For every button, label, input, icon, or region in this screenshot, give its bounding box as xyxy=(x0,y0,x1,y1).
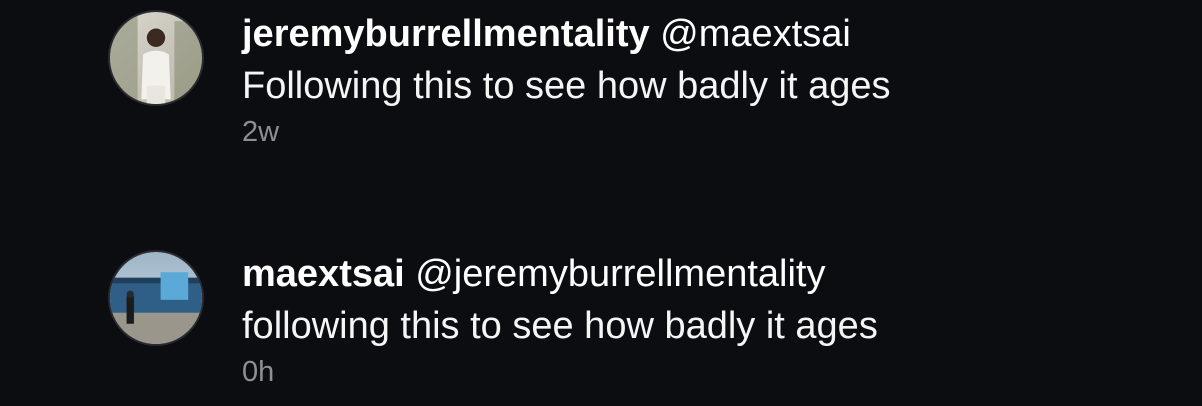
profile-photo-icon xyxy=(110,12,202,104)
comment-header: jeremyburrellmentality @maextsai xyxy=(242,8,1142,60)
comment-timestamp: 0h xyxy=(242,356,275,388)
comment-text: following this to see how badly it ages xyxy=(242,305,878,347)
mention-link[interactable]: @jeremyburrellmentality xyxy=(415,253,825,295)
comment-body: jeremyburrellmentality @maextsai Followi… xyxy=(242,8,1142,152)
avatar[interactable] xyxy=(108,250,204,346)
profile-photo-icon xyxy=(110,252,202,344)
comment-text: Following this to see how badly it ages xyxy=(242,65,891,107)
comment-header: maextsai @jeremyburrellmentality xyxy=(242,248,1142,300)
username-link[interactable]: maextsai xyxy=(242,253,405,295)
username-link[interactable]: jeremyburrellmentality xyxy=(242,13,650,55)
avatar[interactable] xyxy=(108,10,204,106)
mention-link[interactable]: @maextsai xyxy=(660,13,851,55)
comment-body: maextsai @jeremyburrellmentality followi… xyxy=(242,248,1142,392)
comment-timestamp: 2w xyxy=(242,116,280,148)
